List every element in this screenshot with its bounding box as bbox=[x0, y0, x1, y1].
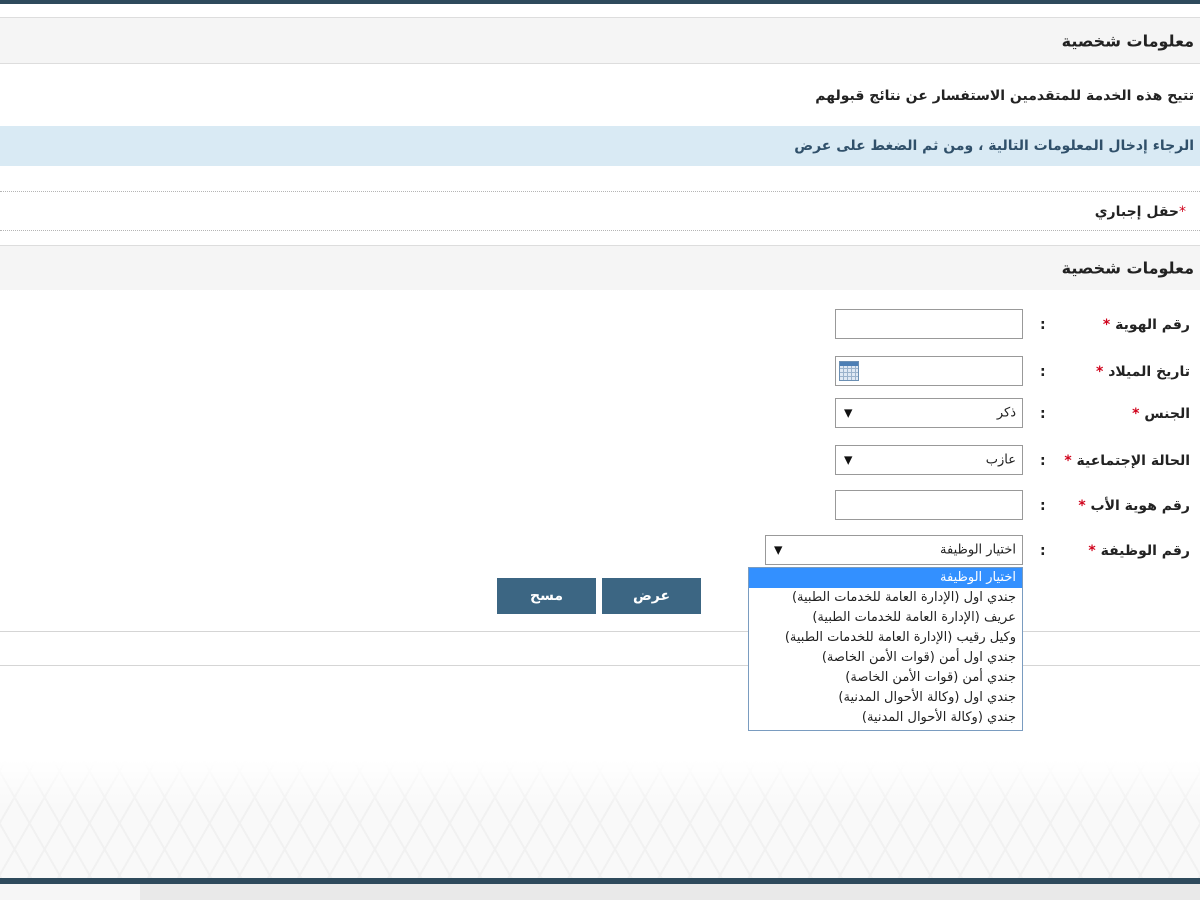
label-job-number: رقم الوظيفة * bbox=[1088, 543, 1190, 559]
service-description: تتيح هذه الخدمة للمتقدمين الاستفسار عن ن… bbox=[815, 88, 1194, 104]
label-marital-status: الحالة الإجتماعية * bbox=[1064, 453, 1190, 469]
id-number-input[interactable] bbox=[835, 309, 1023, 339]
label-gender: الجنس * bbox=[1132, 406, 1190, 422]
section-header-main: معلومات شخصية bbox=[0, 17, 1200, 64]
section-title-form: معلومات شخصية bbox=[1061, 258, 1194, 278]
row-father-id: رقم هوية الأب * : bbox=[0, 490, 1200, 522]
gender-select[interactable]: ذكر ▼ bbox=[835, 398, 1023, 428]
dropdown-option[interactable]: جندي اول (وكالة الأحوال المدنية) bbox=[749, 688, 1022, 708]
gender-selected-value: ذكر bbox=[996, 405, 1016, 421]
label-id-number: رقم الهوية * bbox=[1102, 317, 1190, 333]
section-title-main: معلومات شخصية bbox=[1061, 31, 1194, 50]
birth-date-field bbox=[835, 356, 1023, 386]
required-star: * bbox=[1179, 204, 1186, 220]
job-number-select[interactable]: اختيار الوظيفة ▼ bbox=[765, 535, 1023, 565]
divider-dotted-top bbox=[0, 191, 1200, 192]
marital-status-select[interactable]: عازب ▼ bbox=[835, 445, 1023, 475]
dropdown-option[interactable]: عريف (الإدارة العامة للخدمات الطبية) bbox=[749, 608, 1022, 628]
label-birth-date: تاريخ الميلاد * bbox=[1096, 364, 1190, 380]
top-bar bbox=[0, 0, 1200, 4]
colon: : bbox=[1040, 406, 1046, 422]
footer-tab bbox=[0, 884, 140, 900]
chevron-down-icon: ▼ bbox=[774, 543, 783, 557]
mandatory-note-text: حقل إجباري bbox=[1094, 204, 1179, 220]
dropdown-option[interactable]: وكيل رقيب (الإدارة العامة للخدمات الطبية… bbox=[749, 628, 1022, 648]
father-id-input[interactable] bbox=[835, 490, 1023, 520]
row-gender: الجنس * : ذكر ▼ bbox=[0, 398, 1200, 430]
divider-dotted-bottom bbox=[0, 230, 1200, 231]
clear-button[interactable]: مسح bbox=[497, 578, 596, 614]
row-marital-status: الحالة الإجتماعية * : عازب ▼ bbox=[0, 445, 1200, 477]
job-number-dropdown-list: اختيار الوظيفة جندي اول (الإدارة العامة … bbox=[748, 567, 1023, 731]
colon: : bbox=[1040, 498, 1046, 514]
mandatory-field-note: *حقل إجباري bbox=[1095, 204, 1186, 220]
footer-strip bbox=[0, 884, 1200, 900]
section-header-form: معلومات شخصية bbox=[0, 245, 1200, 290]
chevron-down-icon: ▼ bbox=[844, 406, 853, 420]
colon: : bbox=[1040, 453, 1046, 469]
dropdown-option[interactable]: اختيار الوظيفة bbox=[749, 568, 1022, 588]
dropdown-option[interactable]: جندي اول (الإدارة العامة للخدمات الطبية) bbox=[749, 588, 1022, 608]
chevron-down-icon: ▼ bbox=[844, 453, 853, 467]
footer-pattern bbox=[0, 760, 1200, 878]
calendar-icon[interactable] bbox=[839, 361, 859, 381]
dropdown-option[interactable]: جندي (وكالة الأحوال المدنية) bbox=[749, 708, 1022, 728]
marital-status-selected-value: عازب bbox=[985, 452, 1016, 468]
birth-date-input[interactable] bbox=[835, 356, 1023, 386]
row-id-number: رقم الهوية * : bbox=[0, 309, 1200, 341]
instruction-text: الرجاء إدخال المعلومات التالية ، ومن ثم … bbox=[794, 138, 1194, 154]
colon: : bbox=[1040, 364, 1046, 380]
instruction-band: الرجاء إدخال المعلومات التالية ، ومن ثم … bbox=[0, 126, 1200, 166]
colon: : bbox=[1040, 543, 1046, 559]
show-button[interactable]: عرض bbox=[602, 578, 701, 614]
row-birth-date: تاريخ الميلاد * : bbox=[0, 356, 1200, 388]
row-job-number: رقم الوظيفة * : اختيار الوظيفة ▼ bbox=[0, 535, 1200, 567]
dropdown-option[interactable]: جندي أمن (قوات الأمن الخاصة) bbox=[749, 668, 1022, 688]
label-father-id: رقم هوية الأب * bbox=[1078, 498, 1190, 514]
dropdown-option[interactable]: جندي اول أمن (قوات الأمن الخاصة) bbox=[749, 648, 1022, 668]
colon: : bbox=[1040, 317, 1046, 333]
job-number-selected-value: اختيار الوظيفة bbox=[940, 542, 1016, 558]
